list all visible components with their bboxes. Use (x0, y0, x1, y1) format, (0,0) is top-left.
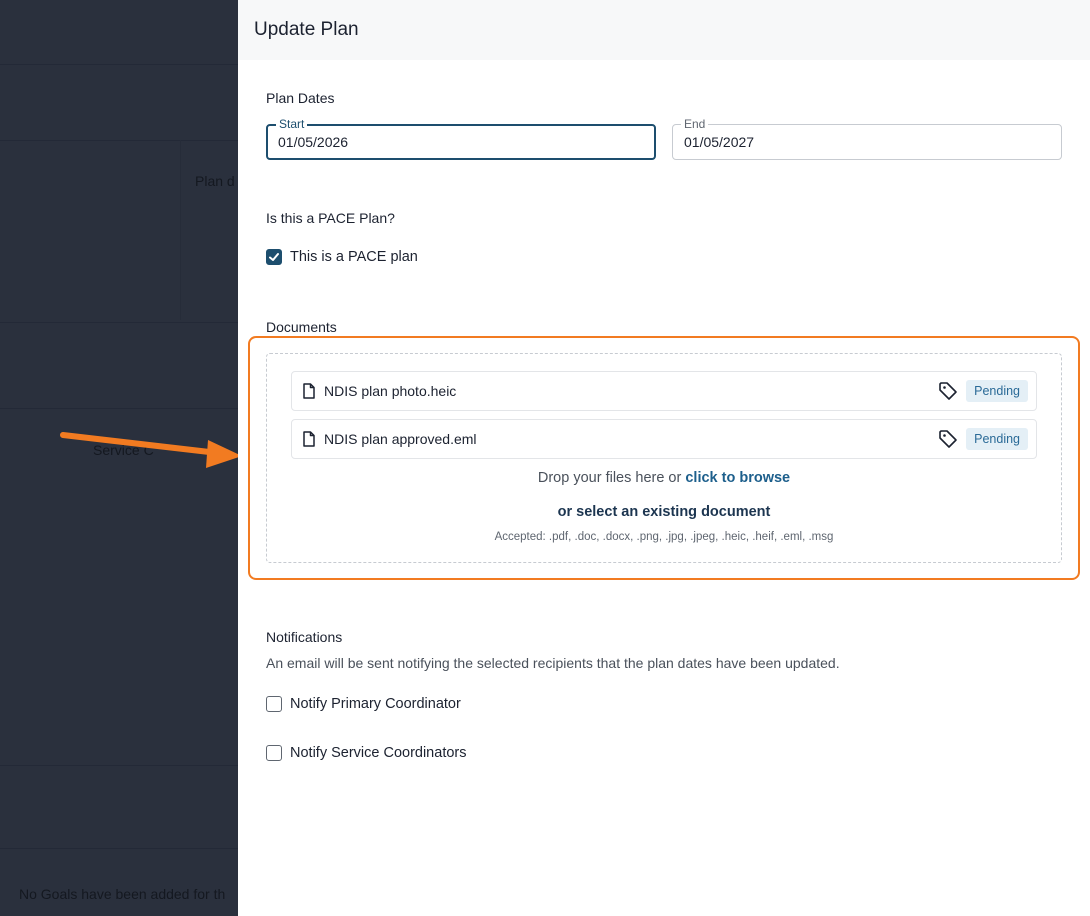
start-date-field[interactable]: Start 01/05/2026 (266, 117, 656, 160)
drawer-title: Update Plan (254, 19, 359, 40)
divider (0, 322, 238, 323)
browse-link[interactable]: click to browse (685, 470, 790, 486)
drop-instructions: Drop your files here or click to browse (267, 470, 1061, 486)
end-date-field[interactable]: End 01/05/2027 (672, 117, 1062, 160)
notify-service-coordinators-label[interactable]: Notify Service Coordinators (290, 745, 467, 761)
divider (0, 140, 238, 141)
checkmark-icon (269, 253, 279, 261)
divider (0, 765, 238, 766)
notify-primary-coordinator-row[interactable]: Notify Primary Coordinator (266, 696, 461, 712)
notifications-description: An email will be sent notifying the sele… (266, 655, 840, 671)
pace-checkbox-label[interactable]: This is a PACE plan (290, 249, 418, 265)
background-plan-label: Plan d (195, 173, 235, 189)
divider (180, 140, 181, 320)
notify-primary-coordinator-checkbox[interactable] (266, 696, 282, 712)
tag-icon[interactable] (938, 429, 958, 449)
pace-checkbox-row[interactable]: This is a PACE plan (266, 249, 418, 265)
notify-service-coordinators-checkbox[interactable] (266, 745, 282, 761)
divider (0, 848, 238, 849)
annotation-arrow-icon (60, 432, 242, 468)
file-name: NDIS plan photo.heic (324, 383, 457, 399)
documents-heading: Documents (266, 319, 337, 335)
drawer-header: Update Plan (238, 0, 1090, 60)
file-item[interactable]: NDIS plan approved.eml Pending (291, 419, 1037, 459)
divider (0, 408, 238, 409)
start-date-value[interactable]: 01/05/2026 (278, 134, 348, 150)
select-existing-document-link[interactable]: or select an existing document (267, 504, 1061, 520)
file-name: NDIS plan approved.eml (324, 431, 477, 447)
notify-primary-coordinator-label[interactable]: Notify Primary Coordinator (290, 696, 461, 712)
start-date-label: Start (276, 117, 308, 131)
divider (0, 64, 238, 65)
end-date-label: End (681, 117, 709, 131)
file-item[interactable]: NDIS plan photo.heic Pending (291, 371, 1037, 411)
file-icon (303, 383, 315, 399)
accepted-file-types: Accepted: .pdf, .doc, .docx, .png, .jpg,… (494, 531, 834, 543)
notify-service-coordinators-row[interactable]: Notify Service Coordinators (266, 745, 467, 761)
plan-dates-heading: Plan Dates (266, 90, 335, 106)
background-no-goals-text: No Goals have been added for th (19, 886, 226, 902)
status-badge: Pending (966, 380, 1028, 402)
pace-checkbox[interactable] (266, 249, 282, 265)
file-icon (303, 431, 315, 447)
drop-text: Drop your files here or (537, 470, 686, 486)
file-dropzone[interactable]: NDIS plan photo.heic Pending NDIS plan a… (266, 353, 1062, 563)
end-date-value[interactable]: 01/05/2027 (684, 134, 754, 150)
update-plan-drawer: Update Plan Plan Dates Start 01/05/2026 … (238, 0, 1090, 916)
status-badge: Pending (966, 428, 1028, 450)
tag-icon[interactable] (938, 381, 958, 401)
notifications-heading: Notifications (266, 629, 343, 645)
pace-heading: Is this a PACE Plan? (266, 210, 395, 226)
